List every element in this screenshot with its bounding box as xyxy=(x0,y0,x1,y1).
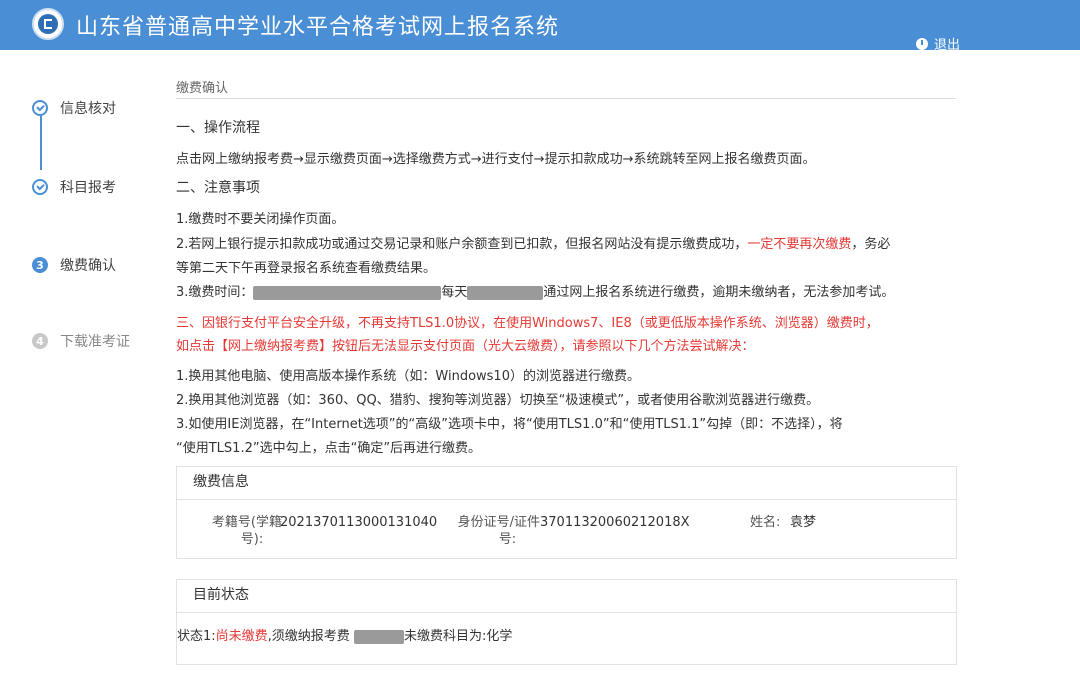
id-number-label-line2: 号: xyxy=(498,532,517,547)
note-2-continued: 等第二天下午再登录报名系统查看缴费结果。 xyxy=(176,261,437,276)
warning-line-1: 三、因银行支付平台安全升级，不再支持TLS1.0协议，在使用Windows7、I… xyxy=(176,316,879,331)
status-line: 状态1:尚未缴费,须缴纳报考费 未缴费科目为:化学 xyxy=(177,625,512,644)
note-2-warning: 一定不要再次缴费 xyxy=(747,237,852,252)
site-title: 山东省普通高中学业水平合格考试网上报名系统 xyxy=(76,15,560,40)
name-label: 姓名: xyxy=(750,515,781,530)
step-download-admission[interactable]: 4 下载准考证 xyxy=(32,331,130,351)
id-number-label: 身份证号/证件 号: xyxy=(455,514,540,548)
redacted-block xyxy=(253,285,442,300)
method-2: 2.换用其他浏览器（如：360、QQ、猎豹、搜狗等浏览器）切换至“极速模式”，或… xyxy=(176,393,820,408)
note-3-label: 3.缴费时间： xyxy=(176,285,254,300)
exam-number-label-line1: 考籍号(学籍 xyxy=(211,515,282,530)
redacted-block xyxy=(353,629,404,644)
step-info-check[interactable]: 信息核对 xyxy=(32,98,116,118)
check-circle-icon xyxy=(32,179,48,195)
logout-label: 退出 xyxy=(934,38,961,53)
exam-number-value: 2021370113000131040 xyxy=(280,515,438,530)
status-panel: 目前状态 状态1:尚未缴费,须缴纳报考费 未缴费科目为:化学 xyxy=(176,579,957,665)
warning-line-2: 如点击【网上缴纳报考费】按钮后无法显示支付页面（光大云缴费），请参照以下几个方法… xyxy=(176,339,755,354)
step-subject-register[interactable]: 科目报考 xyxy=(32,177,116,197)
check-circle-icon xyxy=(32,100,48,116)
top-header-bar: 山东省普通高中学业水平合格考试网上报名系统 退出 xyxy=(0,0,1080,53)
step-label: 下载准考证 xyxy=(60,334,130,350)
notes-heading: 二、注意事项 xyxy=(176,180,260,196)
note-3-text: 通过网上报名系统进行缴费，逾期未缴纳者，无法参加考试。 xyxy=(543,285,895,300)
status-fee-text: ,须缴纳报考费 xyxy=(267,629,350,644)
step-payment-confirm[interactable]: 3 缴费确认 xyxy=(32,255,116,275)
panel-title: 目前状态 xyxy=(177,580,956,613)
exam-number-label: 考籍号(学籍 号): xyxy=(202,514,282,548)
note-3-daily: 每天 xyxy=(441,285,468,300)
exam-number-label-line2: 号): xyxy=(240,532,264,547)
flow-text: 点击网上缴纳报考费→显示缴费页面→选择缴费方式→进行支付→提示扣款成功→系统跳转… xyxy=(176,152,816,167)
method-3-continued: “使用TLS1.2”选中勾上，点击“确定”后再进行缴费。 xyxy=(176,441,482,456)
note-1: 1.缴费时不要关闭操作页面。 xyxy=(176,212,345,227)
flow-heading: 一、操作流程 xyxy=(176,120,260,136)
section-title: 缴费确认 xyxy=(176,81,229,96)
status-subject-text: 未缴费科目为:化学 xyxy=(403,629,513,644)
step-number-badge: 4 xyxy=(32,333,48,349)
method-1: 1.换用其他电脑、使用高版本操作系统（如：Windows10）的浏览器进行缴费。 xyxy=(176,369,640,384)
note-3: 3.缴费时间： 每天 通过网上报名系统进行缴费，逾期未缴纳者，无法参加考试。 xyxy=(176,281,894,300)
divider xyxy=(176,98,956,99)
power-icon xyxy=(916,37,928,50)
note-2-text-end: ，务必 xyxy=(851,237,891,252)
step-label: 科目报考 xyxy=(60,180,116,196)
step-connector xyxy=(40,116,42,170)
name-value: 袁梦 xyxy=(790,515,817,530)
note-2: 2.若网上银行提示扣款成功或通过交易记录和账户余额查到已扣款，但报名网站没有提示… xyxy=(176,233,890,252)
id-number-value: 37011320060212018X xyxy=(540,515,690,530)
site-logo xyxy=(32,8,64,40)
method-3: 3.如使用IE浏览器，在“Internet选项”的“高级”选项卡中，将“使用TL… xyxy=(176,417,843,432)
payment-info-panel: 缴费信息 考籍号(学籍 号): 2021370113000131040 身份证号… xyxy=(176,466,957,559)
note-2-text: 2.若网上银行提示扣款成功或通过交易记录和账户余额查到已扣款，但报名网站没有提示… xyxy=(176,237,748,252)
logout-button[interactable]: 退出 xyxy=(916,34,960,53)
redacted-block xyxy=(467,285,544,300)
step-number-badge: 3 xyxy=(32,257,48,273)
step-label: 缴费确认 xyxy=(60,258,116,274)
panel-title: 缴费信息 xyxy=(177,467,956,500)
step-label: 信息核对 xyxy=(60,101,116,117)
id-number-label-line1: 身份证号/证件 xyxy=(457,515,540,530)
status-prefix: 状态1: xyxy=(177,629,216,644)
status-badge: 尚未缴费 xyxy=(215,629,268,644)
